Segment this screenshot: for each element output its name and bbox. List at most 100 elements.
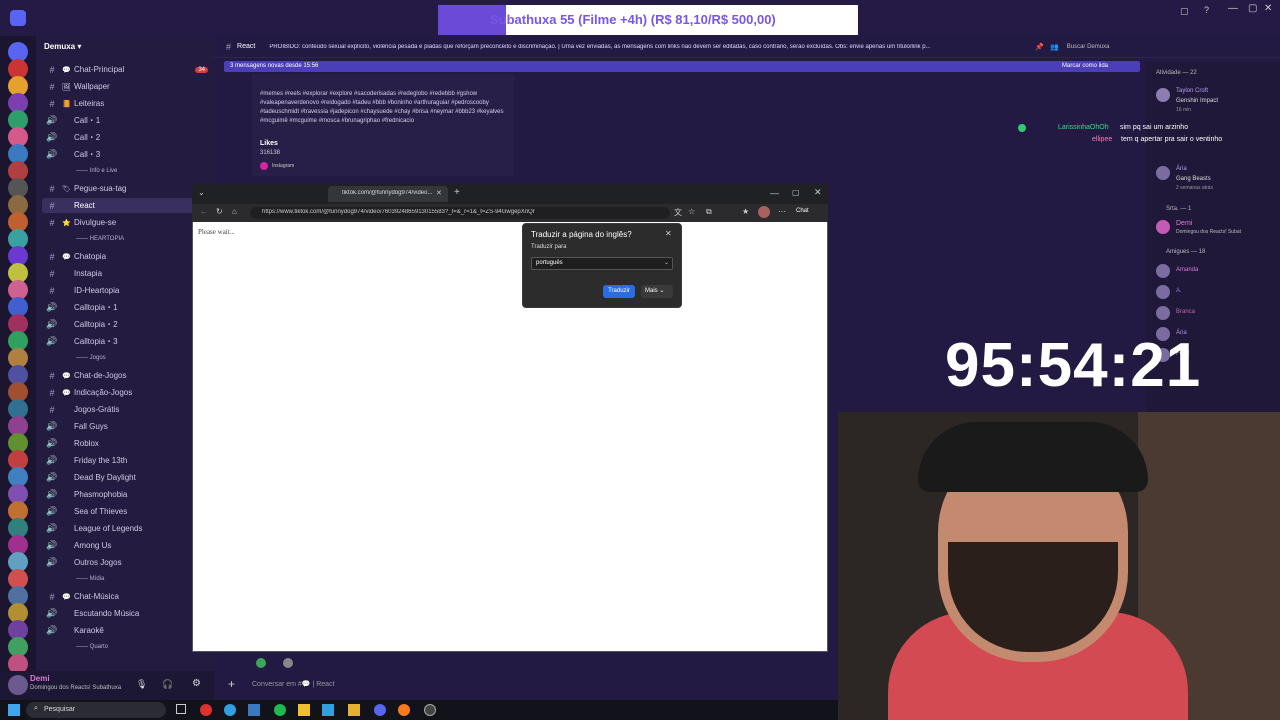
avatar[interactable]: [1156, 306, 1170, 320]
sidebar-item-outros-jogos[interactable]: 🔊 Outros Jogos: [42, 555, 210, 570]
discord-icon[interactable]: [374, 704, 386, 716]
sidebar-item-call-3[interactable]: 🔊 Call・3: [42, 147, 210, 162]
new-messages-bar[interactable]: 3 mensagens novas desde 15:56 Marcar com…: [224, 61, 1140, 72]
task-view-icon[interactable]: [176, 704, 186, 714]
app-icon[interactable]: [298, 704, 310, 716]
minimize-icon[interactable]: —: [1228, 3, 1238, 14]
channel-category[interactable]: —— Mídia: [76, 576, 104, 582]
profile-avatar[interactable]: [758, 206, 770, 218]
sidebar-item-jogos-gr-tis[interactable]: # Jogos-Grátis: [42, 402, 210, 417]
sidebar-item-calltopia-2[interactable]: 🔊 Calltopia・2: [42, 317, 210, 332]
more-icon[interactable]: ⋯: [778, 207, 786, 216]
sidebar-item-chatopia[interactable]: # 💬 Chatopia: [42, 249, 210, 264]
file-explorer-icon[interactable]: [348, 704, 360, 716]
member-name[interactable]: Ária: [1176, 166, 1187, 172]
microphone-icon[interactable]: 🎙: [136, 679, 147, 690]
server-name[interactable]: Demuxa ▾: [36, 36, 214, 58]
avatar[interactable]: [1156, 166, 1170, 180]
browser-tab[interactable]: tiktok.com/@funnydog974/video... ✕: [328, 186, 448, 202]
emoji-icon[interactable]: [283, 658, 293, 668]
members-icon[interactable]: 👥: [1050, 43, 1059, 51]
close-tab-icon[interactable]: ✕: [436, 189, 442, 197]
sidebar-item-leiteiras[interactable]: # 📙 Leiteiras: [42, 96, 210, 111]
reload-icon[interactable]: ↻: [216, 207, 223, 216]
opera-icon[interactable]: [200, 704, 212, 716]
message-input[interactable]: Conversar em #💬 | React: [252, 680, 335, 688]
help-icon[interactable]: ?: [1204, 5, 1209, 15]
taskbar-search[interactable]: ⌕ Pesquisar: [26, 702, 166, 718]
channel-category[interactable]: —— Quarto: [76, 644, 108, 650]
search-input[interactable]: Buscar Demuxa: [1067, 44, 1167, 50]
sidebar-item-indica-o-jogos[interactable]: # 💬 Indicação-Jogos: [42, 385, 210, 400]
sidebar-item-roblox[interactable]: 🔊 Roblox: [42, 436, 210, 451]
favorite-icon[interactable]: ☆: [688, 207, 695, 216]
firefox-icon[interactable]: [398, 704, 410, 716]
close-icon[interactable]: ✕: [814, 187, 822, 198]
sidebar-item-dead-by-daylight[interactable]: 🔊 Dead By Daylight: [42, 470, 210, 485]
close-icon[interactable]: ✕: [665, 229, 672, 238]
sidebar-item-call-2[interactable]: 🔊 Call・2: [42, 130, 210, 145]
back-icon[interactable]: ←: [200, 207, 208, 216]
language-select[interactable]: português ⌄: [531, 257, 673, 270]
avatar[interactable]: [1156, 264, 1170, 278]
sidebar-item-among-us[interactable]: 🔊 Among Us: [42, 538, 210, 553]
sidebar-item-escutando-m-sica[interactable]: 🔊 Escutando Música: [42, 606, 210, 621]
avatar[interactable]: [1156, 220, 1170, 234]
app-icon[interactable]: [248, 704, 260, 716]
channel-category[interactable]: —— Info e Live: [76, 168, 117, 174]
avatar[interactable]: [1156, 88, 1170, 102]
sidebar-item-calltopia-1[interactable]: 🔊 Calltopia・1: [42, 300, 210, 315]
sidebar-item-fall-guys[interactable]: 🔊 Fall Guys: [42, 419, 210, 434]
minimize-icon[interactable]: —: [770, 188, 779, 198]
voice-connected-icon[interactable]: [256, 658, 266, 668]
maximize-icon[interactable]: ▢: [1248, 3, 1257, 14]
gear-icon[interactable]: ⚙: [192, 678, 201, 689]
sidebar-item-id-heartopia[interactable]: # ID-Heartopia: [42, 283, 210, 298]
channel-topic[interactable]: PROIBIDO: conteúdo sexual explícito, vio…: [269, 44, 1029, 50]
sidebar-item-divulgue-se[interactable]: # ⭐ Divulgue-se: [42, 215, 210, 230]
edge-icon[interactable]: [224, 704, 236, 716]
extensions-icon[interactable]: ⧉: [706, 207, 712, 217]
sidebar-item-chat-principal[interactable]: # 💬 Chat-Principal 34: [42, 62, 210, 77]
sidebar-item-chat-m-sica[interactable]: # 💬 Chat-Música: [42, 589, 210, 604]
sidebar-item-react[interactable]: # React: [42, 198, 210, 213]
sidebar-item-friday-the-13th[interactable]: 🔊 Friday the 13th: [42, 453, 210, 468]
more-button[interactable]: Mais ⌄: [641, 285, 673, 298]
sidebar-item-wallpaper[interactable]: # 🖼 Wallpaper: [42, 79, 210, 94]
sidebar-item-instapia[interactable]: # Instapia: [42, 266, 210, 281]
sidebar-item-calltopia-3[interactable]: 🔊 Calltopia・3: [42, 334, 210, 349]
spotify-icon[interactable]: [274, 704, 286, 716]
pin-icon[interactable]: 📌: [1035, 43, 1044, 51]
channel-category[interactable]: —— HEARTOPIA: [76, 236, 124, 242]
address-bar[interactable]: https://www.tiktok.com/@funnydog974/vide…: [250, 207, 670, 219]
inbox-icon[interactable]: ▢: [1180, 6, 1189, 17]
obs-icon[interactable]: [424, 704, 436, 716]
channel-category[interactable]: —— Jogos: [76, 355, 106, 361]
avatar[interactable]: [8, 675, 28, 695]
translate-button[interactable]: Traduzir: [603, 285, 635, 298]
sidebar-item-sea-of-thieves[interactable]: 🔊 Sea of Thieves: [42, 504, 210, 519]
sidebar-item-pegue-sua-tag[interactable]: # 🏷 Pegue-sua-tag: [42, 181, 210, 196]
avatar[interactable]: [1156, 285, 1170, 299]
mark-read-button[interactable]: Marcar como lida: [1062, 63, 1108, 69]
new-tab-icon[interactable]: +: [454, 187, 460, 198]
sidebar-item-chat-de-jogos[interactable]: # 💬 Chat-de-Jogos: [42, 368, 210, 383]
sidebar-item-call-1[interactable]: 🔊 Call・1: [42, 113, 210, 128]
sidebar-item-phasmophobia[interactable]: 🔊 Phasmophobia: [42, 487, 210, 502]
member-name[interactable]: Taylon Croft: [1176, 88, 1208, 94]
sidebar-item-karaok-[interactable]: 🔊 Karaokê: [42, 623, 210, 638]
close-icon[interactable]: ✕: [1264, 3, 1272, 14]
sidebar-item-league-of-legends[interactable]: 🔊 League of Legends: [42, 521, 210, 536]
favorites-bar-icon[interactable]: ★: [742, 207, 749, 216]
headphones-icon[interactable]: 🎧: [162, 679, 173, 690]
copilot-chat-button[interactable]: Chat: [796, 208, 809, 214]
store-icon[interactable]: [322, 704, 334, 716]
home-icon[interactable]: ⌂: [232, 207, 237, 216]
add-attachment-icon[interactable]: +: [228, 677, 235, 691]
member-name[interactable]: A.: [1176, 288, 1182, 294]
translate-icon[interactable]: 文: [674, 207, 682, 218]
tab-actions-icon[interactable]: ⌄: [198, 188, 205, 197]
member-name[interactable]: Demi: [1176, 220, 1192, 227]
member-name[interactable]: Branca: [1176, 309, 1195, 315]
start-icon[interactable]: [8, 704, 20, 716]
